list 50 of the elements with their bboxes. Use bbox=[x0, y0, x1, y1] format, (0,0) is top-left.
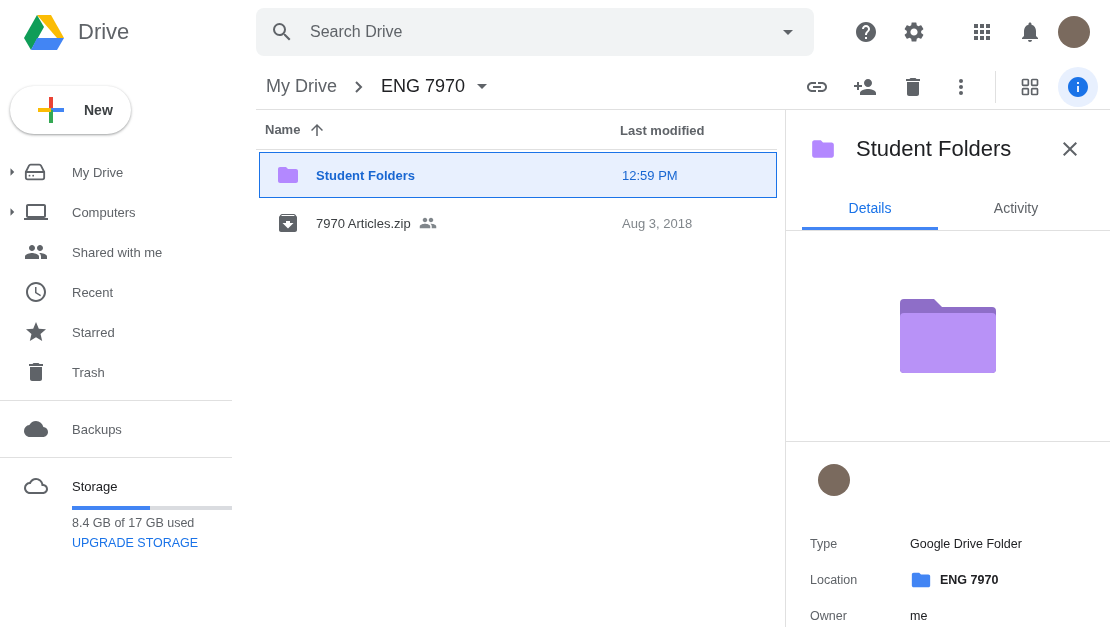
modified-date: 12:59 PM bbox=[622, 167, 679, 183]
grid-icon bbox=[1020, 76, 1040, 97]
storage-usage: 8.4 GB of 17 GB used bbox=[72, 516, 196, 530]
breadcrumb-item[interactable]: My Drive bbox=[256, 72, 347, 101]
info-button[interactable] bbox=[1058, 66, 1098, 107]
file-row[interactable]: Student Folders 12:59 PM bbox=[259, 152, 777, 198]
file-name: 7970 Articles.zip bbox=[316, 215, 411, 231]
info-icon bbox=[1066, 74, 1090, 99]
upgrade-link[interactable]: UPGRADE STORAGE bbox=[72, 536, 232, 550]
folder-preview-icon bbox=[900, 299, 996, 373]
nav-item[interactable]: Storage bbox=[0, 466, 232, 506]
search-field[interactable]: Search Drive bbox=[256, 8, 814, 56]
breadcrumb-item[interactable]: ENG 7970 bbox=[371, 72, 498, 101]
chevron-icon bbox=[355, 80, 363, 93]
property-label: Owner bbox=[810, 609, 848, 623]
nav-item[interactable]: Backups bbox=[0, 409, 232, 449]
column-header[interactable]: Last modified bbox=[620, 122, 705, 138]
star-icon bbox=[24, 320, 48, 344]
nav-item[interactable]: Computers bbox=[0, 192, 232, 232]
new-button[interactable]: New bbox=[10, 86, 131, 134]
file-row[interactable]: 7970 Articles.zip Aug 3, 2018 bbox=[259, 200, 777, 246]
nav-item[interactable]: Trash bbox=[0, 352, 232, 392]
modified-date: Aug 3, 2018 bbox=[622, 215, 694, 231]
tab[interactable]: Details bbox=[802, 188, 938, 230]
nav-item[interactable]: My Drive bbox=[0, 152, 232, 192]
owner-avatar bbox=[818, 464, 850, 496]
logo-icon bbox=[24, 14, 64, 50]
property-label: Type bbox=[810, 537, 839, 551]
clock-icon bbox=[24, 280, 48, 304]
plus-icon bbox=[38, 97, 64, 123]
property-value: Google Drive Folder bbox=[910, 537, 1023, 551]
panel-title: Student Folders bbox=[856, 136, 1013, 162]
avatar[interactable] bbox=[1058, 16, 1090, 48]
caret-icon[interactable] bbox=[477, 84, 488, 89]
tab[interactable]: Activity bbox=[948, 188, 1084, 230]
column-header[interactable]: Name bbox=[265, 122, 301, 137]
more-icon bbox=[959, 78, 963, 95]
property-value: me bbox=[910, 609, 929, 623]
drive-icon bbox=[24, 161, 46, 183]
help-icon bbox=[854, 20, 878, 44]
app-name: Drive bbox=[78, 19, 130, 45]
nav-item[interactable]: Starred bbox=[0, 312, 232, 352]
nav-item[interactable]: Shared with me bbox=[0, 232, 232, 272]
nav-item[interactable]: Recent bbox=[0, 272, 232, 312]
file-name: Student Folders bbox=[316, 167, 415, 183]
archive-icon bbox=[276, 211, 300, 235]
property-label: Location bbox=[810, 573, 859, 587]
search-input[interactable]: Search Drive bbox=[308, 22, 762, 42]
property-value[interactable]: ENG 7970 bbox=[940, 573, 999, 587]
settings-icon bbox=[902, 20, 926, 44]
